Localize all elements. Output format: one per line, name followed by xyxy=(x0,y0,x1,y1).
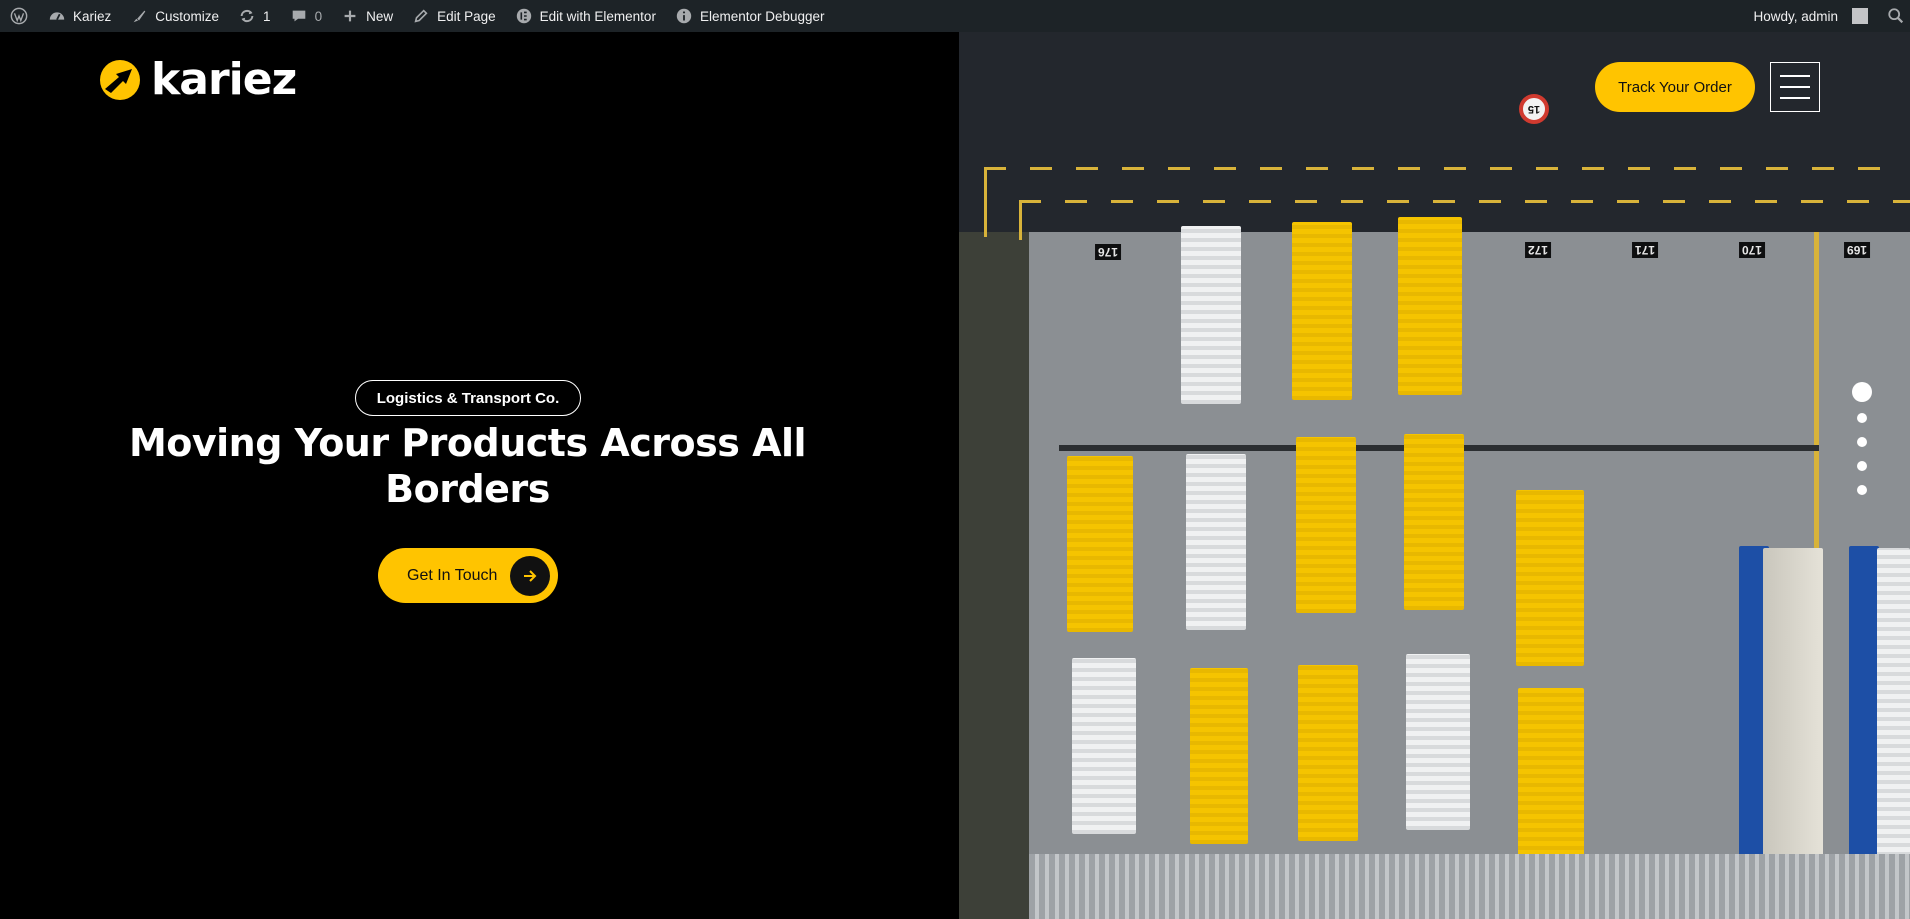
site-name-label: Kariez xyxy=(73,8,112,24)
elementor-debugger-link[interactable]: Elementor Debugger xyxy=(665,0,834,32)
road-marking xyxy=(1019,200,1910,203)
customize-label: Customize xyxy=(155,8,220,24)
slider-pagination xyxy=(1852,382,1872,502)
comments-link[interactable]: 0 xyxy=(280,0,332,32)
edit-page-label: Edit Page xyxy=(437,8,496,24)
dashboard-icon xyxy=(47,6,67,26)
logo-mark-icon xyxy=(100,60,140,100)
slide-dot-5[interactable] xyxy=(1857,485,1867,495)
white-container xyxy=(1186,454,1246,630)
get-in-touch-label: Get In Touch xyxy=(407,566,498,584)
menu-line xyxy=(1780,75,1810,77)
slide-dot-2[interactable] xyxy=(1857,413,1867,423)
yellow-container xyxy=(1404,434,1464,610)
road-marking xyxy=(984,167,1884,170)
updates-count: 1 xyxy=(263,8,271,24)
yellow-container xyxy=(1190,668,1248,844)
slide-dot-4[interactable] xyxy=(1857,461,1867,471)
menu-line xyxy=(1780,97,1810,99)
track-order-button[interactable]: Track Your Order xyxy=(1595,62,1755,112)
site-name-menu[interactable]: Kariez xyxy=(38,0,120,32)
bay-number: 172 xyxy=(1525,242,1552,258)
white-container xyxy=(1072,658,1136,834)
customize-link[interactable]: Customize xyxy=(120,0,228,32)
get-in-touch-button[interactable]: Get In Touch xyxy=(378,548,558,603)
menu-line xyxy=(1780,86,1810,88)
logo-text: kariez xyxy=(151,54,297,105)
my-account-menu[interactable]: Howdy, admin xyxy=(1744,0,1877,32)
comments-count: 0 xyxy=(314,8,323,24)
trailer xyxy=(1763,548,1823,856)
yellow-container xyxy=(1067,456,1133,632)
hero-image-panel: 15 176 172 171 170 169 xyxy=(959,32,1910,919)
road-marking xyxy=(984,167,987,237)
speed-sign: 15 xyxy=(1519,94,1549,124)
arrow-right-icon xyxy=(510,556,550,596)
elementor-icon xyxy=(514,6,534,26)
edit-elementor-label: Edit with Elementor xyxy=(539,8,656,24)
elementor-debugger-label: Elementor Debugger xyxy=(699,8,825,24)
bay-number: 171 xyxy=(1632,242,1659,258)
yellow-container xyxy=(1292,222,1352,400)
yellow-container xyxy=(1518,688,1584,868)
edit-page-link[interactable]: Edit Page xyxy=(402,0,505,32)
site-logo[interactable]: kariez xyxy=(99,54,297,105)
road-marking xyxy=(1019,200,1022,240)
grass-strip xyxy=(959,232,1029,919)
howdy-label: Howdy, admin xyxy=(1753,8,1838,24)
white-container xyxy=(1181,226,1241,404)
yellow-container xyxy=(1398,217,1462,395)
wordpress-logo-icon xyxy=(9,6,29,26)
info-icon xyxy=(674,6,694,26)
edit-elementor-link[interactable]: Edit with Elementor xyxy=(505,0,665,32)
updates-icon xyxy=(237,6,257,26)
loading-dock xyxy=(1029,854,1910,919)
plus-icon xyxy=(340,6,360,26)
hamburger-menu-button[interactable] xyxy=(1770,62,1820,112)
yellow-container xyxy=(1516,490,1584,666)
comment-icon xyxy=(289,6,309,26)
yellow-container xyxy=(1298,665,1358,841)
avatar xyxy=(1852,8,1868,24)
bay-number: 169 xyxy=(1844,242,1871,258)
white-container xyxy=(1406,654,1470,830)
hero-headline: Moving Your Products Across All Borders xyxy=(128,421,807,511)
slide-dot-1[interactable] xyxy=(1852,382,1872,402)
slide-dot-3[interactable] xyxy=(1857,437,1867,447)
bay-number: 176 xyxy=(1095,244,1122,260)
hero-tagline-badge: Logistics & Transport Co. xyxy=(355,380,581,416)
wp-admin-bar: Kariez Customize 1 0 New Edit Page Edit … xyxy=(0,0,1910,32)
search-icon xyxy=(1886,6,1906,26)
updates-link[interactable]: 1 xyxy=(228,0,280,32)
admin-search[interactable] xyxy=(1877,0,1910,32)
new-label: New xyxy=(366,8,394,24)
blue-truck-cab xyxy=(1849,546,1879,856)
trailer xyxy=(1877,548,1910,856)
brush-icon xyxy=(129,6,149,26)
pencil-icon xyxy=(411,6,431,26)
new-content-menu[interactable]: New xyxy=(331,0,402,32)
yellow-container xyxy=(1296,437,1356,613)
bay-number: 170 xyxy=(1739,242,1766,258)
wordpress-menu[interactable] xyxy=(0,0,38,32)
